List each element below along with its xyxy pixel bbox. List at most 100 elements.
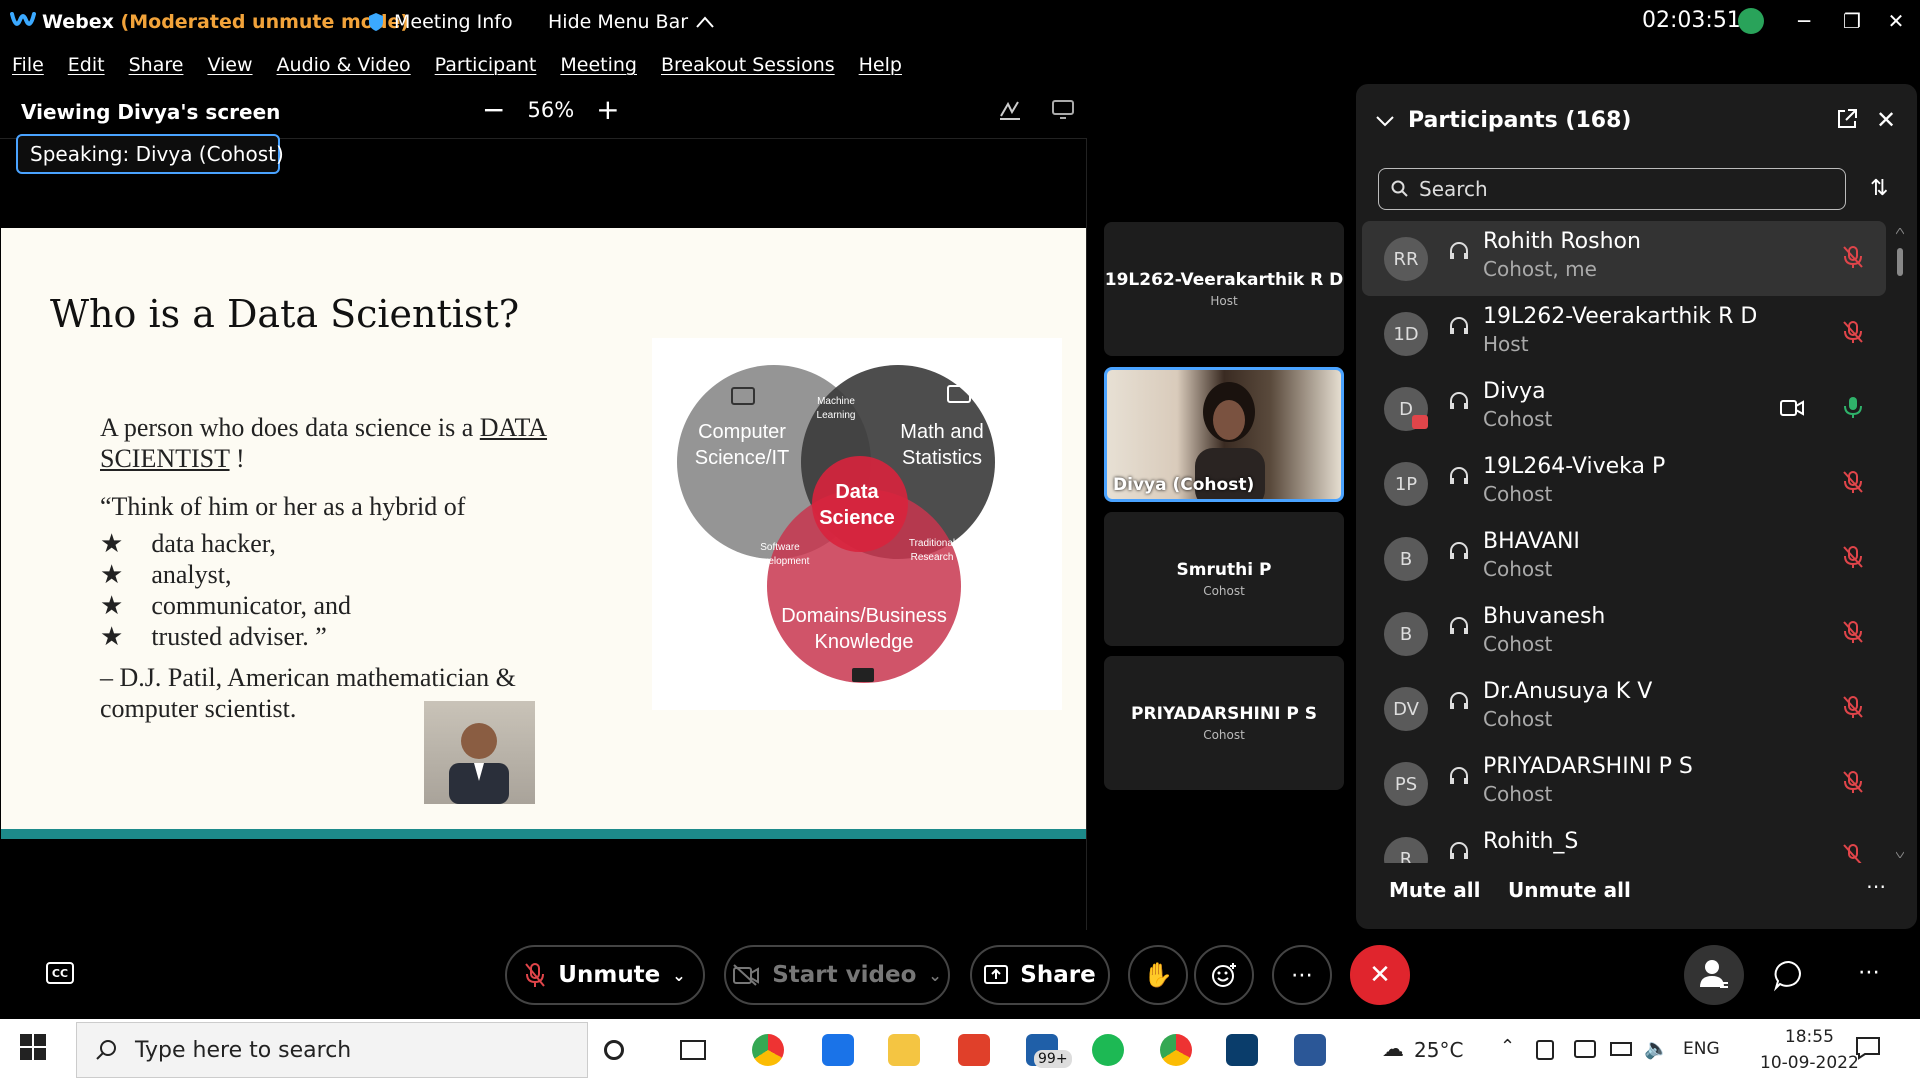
person-icon xyxy=(1700,960,1728,988)
meeting-info-button[interactable]: Meeting Info xyxy=(368,11,513,33)
participant-row[interactable]: D Divya Cohost xyxy=(1362,371,1886,446)
battery-icon[interactable] xyxy=(1610,1042,1632,1056)
display-icon[interactable] xyxy=(1574,1040,1596,1058)
mic-muted-icon[interactable] xyxy=(1842,245,1864,269)
active-speaker-video-tile[interactable]: Divya (Cohost) xyxy=(1104,367,1344,502)
mic-muted-icon[interactable] xyxy=(1842,320,1864,344)
participant-row[interactable]: DV Dr.Anusuya K V Cohost xyxy=(1362,671,1886,746)
menu-view[interactable]: View xyxy=(207,54,252,76)
tray-chevron-up-icon[interactable]: ⌃ xyxy=(1500,1036,1515,1057)
taskbar-clock[interactable]: 18:55 10-09-2022 xyxy=(1760,1024,1859,1076)
menu-share[interactable]: Share xyxy=(129,54,184,76)
participant-name: Dr.Anusuya K V xyxy=(1483,679,1653,704)
share-button[interactable]: Share xyxy=(970,945,1110,1005)
taskbar-search-input[interactable]: Type here to search xyxy=(76,1022,588,1078)
more-icon[interactable]: ⋯ xyxy=(1858,960,1880,985)
menu-participant[interactable]: Participant xyxy=(435,54,537,76)
star-icon: ★ xyxy=(100,560,124,589)
end-call-button[interactable]: ✕ xyxy=(1350,945,1410,1005)
participants-header[interactable]: Participants (168) xyxy=(1376,108,1631,133)
participant-row[interactable]: RR Rohith Roshon Cohost, me xyxy=(1362,221,1886,296)
mic-muted-icon[interactable] xyxy=(1842,620,1864,644)
windows-start-icon[interactable] xyxy=(20,1034,46,1060)
webex-taskbar-icon[interactable] xyxy=(1226,1034,1258,1066)
unmute-button[interactable]: Unmute ⌄ xyxy=(505,945,705,1005)
participant-row[interactable]: 1D 19L262-Veerakarthik R D Host xyxy=(1362,296,1886,371)
participant-role: Cohost xyxy=(1483,707,1553,731)
network-signal-icon[interactable] xyxy=(1738,8,1764,34)
mic-muted-icon[interactable] xyxy=(1842,770,1864,794)
participant-row[interactable]: B BHAVANI Cohost xyxy=(1362,521,1886,596)
portrait-photo xyxy=(424,701,535,804)
close-window-button[interactable]: ✕ xyxy=(1876,6,1916,36)
task-view-icon[interactable] xyxy=(680,1040,706,1060)
chevron-down-icon[interactable] xyxy=(1376,115,1394,127)
slide-title: Who is a Data Scientist? xyxy=(50,292,520,336)
participants-scrollbar[interactable] xyxy=(1896,228,1904,858)
more-options-icon[interactable]: ⋯ xyxy=(1866,874,1886,898)
chrome-icon[interactable] xyxy=(752,1034,784,1066)
chat-icon[interactable] xyxy=(1772,958,1806,992)
mic-muted-icon[interactable] xyxy=(1842,843,1864,863)
notification-center-icon[interactable] xyxy=(1855,1036,1881,1060)
language-indicator[interactable]: ENG xyxy=(1683,1039,1720,1059)
chrome-profile-icon[interactable] xyxy=(1160,1034,1192,1066)
participants-button[interactable] xyxy=(1684,945,1744,1005)
weather-widget[interactable]: ☁ 25°C xyxy=(1382,1037,1463,1062)
search-placeholder: Search xyxy=(1419,177,1488,201)
pop-out-icon[interactable] xyxy=(1836,108,1858,130)
menu-meeting[interactable]: Meeting xyxy=(560,54,637,76)
menu-breakout-sessions[interactable]: Breakout Sessions xyxy=(661,54,835,76)
reactions-button[interactable] xyxy=(1194,945,1254,1005)
more-options-button[interactable]: ⋯ xyxy=(1272,945,1332,1005)
minimize-button[interactable]: ─ xyxy=(1784,6,1824,36)
video-tile[interactable]: 19L262-Veerakarthik R D Host xyxy=(1104,222,1344,356)
participant-name: Divya xyxy=(1483,379,1546,404)
menu-help[interactable]: Help xyxy=(859,54,902,76)
menu-audio-video[interactable]: Audio & Video xyxy=(277,54,411,76)
start-video-button[interactable]: Start video ⌄ xyxy=(724,945,950,1005)
captions-icon[interactable]: CC xyxy=(46,962,74,984)
mute-all-button[interactable]: Mute all xyxy=(1389,878,1480,902)
volume-icon[interactable]: 🔈 xyxy=(1644,1036,1669,1060)
venn-core-circle xyxy=(812,456,908,552)
menu-edit[interactable]: Edit xyxy=(68,54,105,76)
annotate-icon[interactable] xyxy=(998,98,1022,122)
venn-cs-label-2: Science/IT xyxy=(695,447,789,469)
menu-file[interactable]: File xyxy=(12,54,44,76)
hide-menu-bar-button[interactable]: Hide Menu Bar xyxy=(548,11,714,33)
office-icon[interactable] xyxy=(958,1034,990,1066)
sort-icon[interactable]: ⇅ xyxy=(1870,176,1888,201)
participant-row[interactable]: B Bhuvanesh Cohost xyxy=(1362,596,1886,671)
close-panel-icon[interactable]: ✕ xyxy=(1876,106,1896,134)
chevron-down-icon[interactable]: ⌄ xyxy=(928,966,941,985)
spotify-icon[interactable] xyxy=(1092,1034,1124,1066)
close-icon: ✕ xyxy=(1369,960,1391,990)
chevron-down-icon[interactable]: ⌄ xyxy=(672,966,685,985)
mic-muted-icon[interactable] xyxy=(1842,470,1864,494)
participant-row[interactable]: 1P 19L264-Viveka P Cohost xyxy=(1362,446,1886,521)
slide-bullet: ★ trusted adviser. ” xyxy=(100,622,327,651)
mic-on-icon[interactable] xyxy=(1842,395,1864,419)
raise-hand-button[interactable]: ✋ xyxy=(1128,945,1188,1005)
participant-search-input[interactable]: Search xyxy=(1378,168,1846,210)
video-tile[interactable]: Smruthi P Cohost xyxy=(1104,512,1344,646)
zoom-in-button[interactable]: + xyxy=(596,96,619,124)
unmute-all-button[interactable]: Unmute all xyxy=(1508,878,1631,902)
meet-now-icon[interactable] xyxy=(1536,1040,1554,1060)
file-explorer-icon[interactable] xyxy=(888,1034,920,1066)
avatar: R xyxy=(1384,837,1428,863)
zoom-out-button[interactable]: − xyxy=(482,96,505,124)
word-icon[interactable] xyxy=(1294,1034,1326,1066)
request-control-icon[interactable] xyxy=(1052,100,1074,120)
cortana-icon[interactable] xyxy=(604,1040,624,1060)
mic-muted-icon[interactable] xyxy=(1842,695,1864,719)
headset-icon xyxy=(1450,692,1468,709)
restore-button[interactable]: ❐ xyxy=(1832,6,1872,36)
video-tile[interactable]: PRIYADARSHINI P S Cohost xyxy=(1104,656,1344,790)
headset-icon xyxy=(1450,392,1468,409)
participant-row[interactable]: R Rohith_S xyxy=(1362,821,1886,863)
store-icon[interactable] xyxy=(822,1034,854,1066)
participant-row[interactable]: PS PRIYADARSHINI P S Cohost xyxy=(1362,746,1886,821)
mic-muted-icon[interactable] xyxy=(1842,545,1864,569)
